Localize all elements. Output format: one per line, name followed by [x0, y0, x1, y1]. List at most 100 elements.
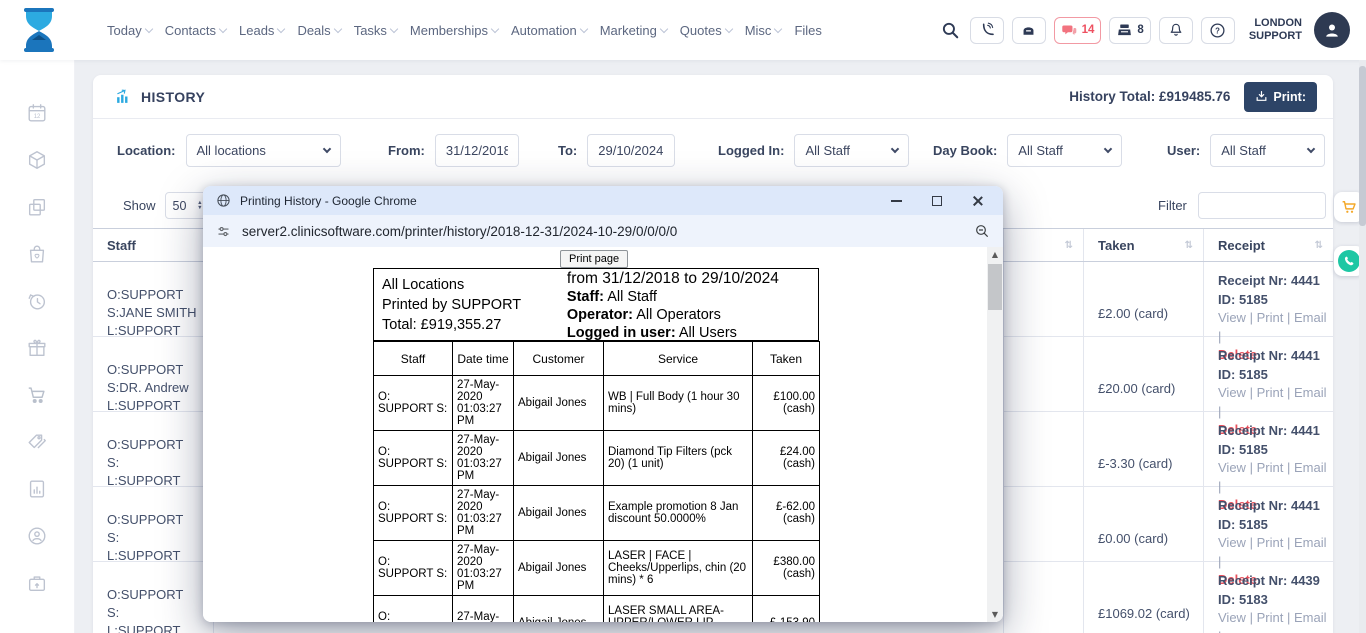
view-link[interactable]: View: [1218, 385, 1246, 400]
to-date-input[interactable]: [587, 134, 675, 167]
popup-scrollbar[interactable]: ▲ ▼: [987, 247, 1003, 622]
chat-bubbles-icon: [1061, 22, 1078, 39]
clinicsoftware-logo[interactable]: [20, 7, 58, 53]
doc-col-service: Service: [604, 342, 753, 376]
doc-total: Total: £919,355.27: [382, 315, 565, 335]
email-link[interactable]: Email: [1294, 385, 1327, 400]
popup-title: Printing History - Google Chrome: [240, 194, 417, 208]
nav-files[interactable]: Files: [792, 19, 823, 42]
print-page-button[interactable]: Print page: [560, 250, 628, 268]
doc-col-staff: Staff: [374, 342, 453, 376]
notifications-button[interactable]: [1159, 17, 1193, 44]
copy-icon[interactable]: [26, 196, 48, 218]
site-settings-icon[interactable]: [216, 224, 231, 239]
sort-icon[interactable]: ⇅: [1185, 240, 1193, 251]
sort-icon[interactable]: ⇅: [1315, 240, 1323, 251]
avatar[interactable]: [1314, 12, 1350, 48]
report-icon[interactable]: [26, 478, 48, 500]
chart-icon: [115, 88, 132, 105]
print-link[interactable]: Print: [1257, 535, 1284, 550]
page-scrollbar-thumb[interactable]: [1359, 66, 1366, 226]
search-icon[interactable]: [941, 21, 960, 40]
nav-automation[interactable]: Automation: [509, 19, 589, 42]
scroll-up-icon[interactable]: ▲: [987, 250, 1003, 259]
email-link[interactable]: Email: [1294, 610, 1327, 625]
email-link[interactable]: Email: [1294, 460, 1327, 475]
chevron-down-icon: [277, 24, 285, 32]
nav-misc[interactable]: Misc: [743, 19, 784, 42]
location-select[interactable]: All locations: [186, 134, 341, 167]
popup-title-bar[interactable]: Printing History - Google Chrome: [203, 186, 1003, 215]
maximize-icon[interactable]: [932, 196, 942, 206]
close-icon[interactable]: [972, 195, 984, 207]
doc-col-datetime: Date time: [453, 342, 514, 376]
chevron-down-icon: [579, 24, 587, 32]
popup-url-bar[interactable]: server2.clinicsoftware.com/printer/histo…: [203, 215, 1003, 247]
print-link[interactable]: Print: [1257, 610, 1284, 625]
user-icon: [1322, 20, 1342, 40]
support-icon[interactable]: [26, 525, 48, 547]
register-button[interactable]: 8: [1109, 17, 1150, 44]
column-receipt: Receipt⇅: [1203, 229, 1333, 261]
chevron-down-icon: [774, 24, 782, 32]
shop-bag-icon[interactable]: [26, 243, 48, 265]
nav-memberships[interactable]: Memberships: [408, 19, 500, 42]
svg-text:?: ?: [1215, 26, 1220, 35]
doc-col-taken: Taken: [753, 342, 820, 376]
help-button[interactable]: ?: [1201, 17, 1235, 44]
chevron-down-icon: [144, 24, 152, 32]
scrollbar-thumb[interactable]: [988, 264, 1002, 310]
email-link[interactable]: Email: [1294, 535, 1327, 550]
nav-today[interactable]: Today: [105, 19, 154, 42]
table-filter: Filter: [1158, 192, 1326, 219]
from-date-input[interactable]: [435, 134, 519, 167]
popup-url[interactable]: server2.clinicsoftware.com/printer/histo…: [242, 224, 677, 239]
cart-icon[interactable]: [26, 384, 48, 406]
tags-icon[interactable]: [26, 431, 48, 453]
nav-contacts[interactable]: Contacts: [163, 19, 228, 42]
print-link[interactable]: Print: [1257, 385, 1284, 400]
print-link[interactable]: Print: [1257, 460, 1284, 475]
view-link[interactable]: View: [1218, 610, 1246, 625]
doc-location: All Locations: [382, 275, 565, 295]
calendar-icon[interactable]: 12: [26, 102, 48, 124]
nav-leads[interactable]: Leads: [237, 19, 286, 42]
globe-icon: [216, 193, 231, 208]
case-icon[interactable]: [26, 572, 48, 594]
location-filter: Location: All locations: [117, 134, 341, 167]
nav-deals[interactable]: Deals: [295, 19, 342, 42]
user-select[interactable]: All Staff: [1210, 134, 1325, 167]
view-link[interactable]: View: [1218, 310, 1246, 325]
logged-in-select[interactable]: All Staff: [794, 134, 909, 167]
gift-icon[interactable]: [26, 337, 48, 359]
scroll-down-icon[interactable]: ▼: [987, 610, 1003, 619]
sort-icon[interactable]: ⇅: [1065, 240, 1073, 251]
day-book-select[interactable]: All Staff: [1007, 134, 1122, 167]
column-hidden: ⇅: [1003, 229, 1083, 261]
page-scrollbar[interactable]: [1359, 60, 1366, 633]
zoom-out-icon[interactable]: [974, 223, 990, 239]
minimize-icon[interactable]: [891, 200, 902, 202]
chevron-down-icon: [219, 24, 227, 32]
spinner-icon: ▲▼: [197, 201, 202, 211]
doc-row: O: SUPPORT27-May-2020 Abigail JonesLASER…: [374, 596, 820, 623]
history-icon[interactable]: [26, 290, 48, 312]
chat-button[interactable]: 14: [1054, 17, 1102, 44]
view-link[interactable]: View: [1218, 535, 1246, 550]
nav-marketing[interactable]: Marketing: [598, 19, 669, 42]
email-link[interactable]: Email: [1294, 310, 1327, 325]
print-button[interactable]: Print:: [1244, 82, 1317, 112]
phone-icon: [1338, 250, 1360, 272]
nav-tasks[interactable]: Tasks: [352, 19, 399, 42]
table-filter-input[interactable]: [1198, 192, 1326, 219]
print-document: All Locations Printed by SUPPORT Total: …: [373, 268, 819, 622]
print-link[interactable]: Print: [1257, 310, 1284, 325]
view-link[interactable]: View: [1218, 460, 1246, 475]
package-icon[interactable]: [26, 149, 48, 171]
chevron-down-icon: [322, 145, 330, 153]
doc-col-customer: Customer: [514, 342, 604, 376]
show-entries: Show 50 ▲▼: [123, 192, 211, 219]
nav-quotes[interactable]: Quotes: [678, 19, 734, 42]
phone-button[interactable]: [970, 17, 1004, 44]
inbox-button[interactable]: [1012, 17, 1046, 44]
